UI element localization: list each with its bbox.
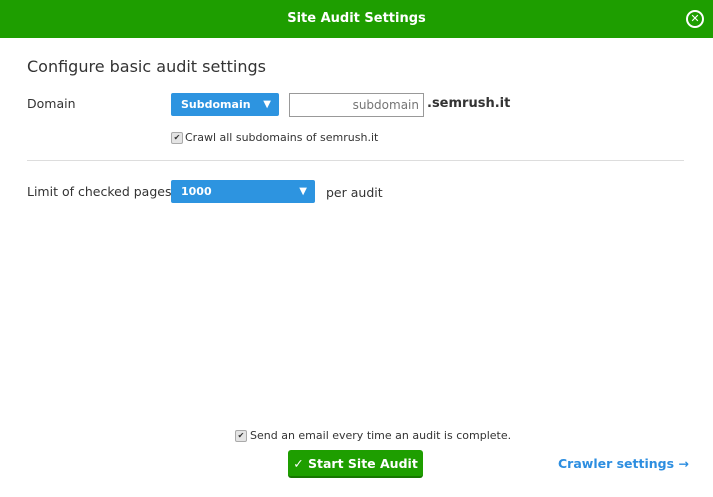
chevron-down-icon: ▼ bbox=[263, 99, 271, 110]
email-label: Send an email every time an audit is com… bbox=[250, 429, 512, 442]
crawl-all-label: Crawl all subdomains of semrush.it bbox=[185, 131, 379, 144]
check-icon: ✓ bbox=[293, 456, 309, 471]
domain-type-select[interactable]: Subdomain ▼ bbox=[171, 93, 279, 116]
subdomain-input[interactable] bbox=[289, 93, 424, 117]
email-checkbox[interactable]: ✔ bbox=[235, 430, 247, 442]
start-button-label: Start Site Audit bbox=[308, 456, 418, 471]
limit-value: 1000 bbox=[181, 185, 212, 198]
limit-suffix: per audit bbox=[326, 185, 383, 200]
crawl-all-checkbox[interactable]: ✔ bbox=[171, 132, 183, 144]
close-icon[interactable]: ✕ bbox=[686, 10, 704, 28]
chevron-down-icon: ▼ bbox=[299, 186, 307, 197]
limit-select[interactable]: 1000 ▼ bbox=[171, 180, 315, 203]
start-site-audit-button[interactable]: ✓ Start Site Audit bbox=[288, 450, 423, 478]
arrow-right-icon: → bbox=[678, 456, 689, 471]
crawler-settings-link[interactable]: Crawler settings → bbox=[558, 456, 689, 471]
divider bbox=[27, 160, 684, 161]
page-title: Configure basic audit settings bbox=[27, 57, 266, 76]
domain-type-value: Subdomain bbox=[181, 98, 251, 111]
modal-title: Site Audit Settings bbox=[287, 11, 426, 26]
modal-header: Site Audit Settings ✕ bbox=[0, 0, 713, 38]
crawler-link-label: Crawler settings bbox=[558, 456, 675, 471]
domain-label: Domain bbox=[27, 96, 76, 111]
limit-label: Limit of checked pages bbox=[27, 184, 172, 199]
domain-suffix: .semrush.it bbox=[427, 96, 511, 111]
